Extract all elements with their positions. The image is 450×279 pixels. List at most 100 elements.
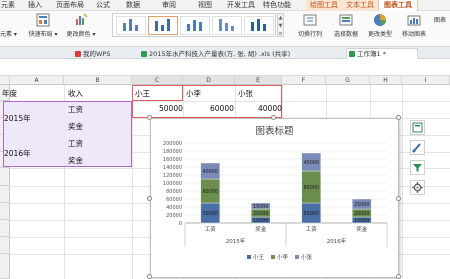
- chart-style-button[interactable]: [410, 140, 425, 155]
- cell-c1[interactable]: 小王: [135, 88, 150, 99]
- y-tick-label: 140000: [163, 165, 182, 171]
- column-header-g[interactable]: G: [326, 76, 370, 85]
- y-tick-label: 120000: [163, 173, 182, 179]
- cell-b4[interactable]: 工资: [68, 138, 83, 149]
- menu-tab-review[interactable]: 审阅: [158, 0, 180, 11]
- filter-icon: [413, 164, 422, 172]
- cell-d2[interactable]: 60000: [210, 104, 234, 113]
- chart-elements-button[interactable]: [410, 120, 425, 135]
- row-header-6[interactable]: [0, 168, 10, 186]
- column-header-c[interactable]: C: [132, 76, 183, 85]
- chart-resize-handle-se[interactable]: [396, 274, 401, 279]
- select-data-button[interactable]: 选择数据: [328, 13, 364, 38]
- cell-a1[interactable]: 年度: [2, 88, 17, 99]
- cell-b1[interactable]: 收入: [68, 88, 83, 99]
- doc-tab-workbook[interactable]: 工作簿1 *: [346, 48, 418, 59]
- switch-row-col-button[interactable]: 切换行列: [292, 13, 328, 38]
- cell-b5[interactable]: 奖金: [68, 155, 83, 166]
- y-tick-label: 60000: [166, 197, 182, 203]
- chart-label-text: 图表: [434, 17, 447, 24]
- y-tick-label: 180000: [163, 149, 182, 155]
- menu-tab-formula[interactable]: 公式: [92, 0, 114, 11]
- cell-b2[interactable]: 工资: [68, 104, 83, 115]
- menu-tab-features[interactable]: 特色功能: [260, 0, 294, 11]
- wps-logo-icon: [75, 51, 81, 57]
- menu-tab-page-layout[interactable]: 页面布局: [53, 0, 87, 11]
- chart-resize-handle-nw[interactable]: [147, 115, 152, 120]
- column-header-e[interactable]: E: [235, 76, 282, 85]
- spreadsheet-file-icon: [349, 51, 355, 57]
- bar-data-label: 50000: [203, 211, 218, 217]
- chart-label-button[interactable]: 图表: [434, 15, 446, 24]
- chart-style-option-3[interactable]: [180, 16, 210, 35]
- bar-data-label: 40000: [203, 169, 218, 175]
- row-header-11[interactable]: [0, 254, 10, 279]
- bar-data-label: 15000: [253, 218, 268, 224]
- chart-resize-handle-e[interactable]: [396, 196, 401, 201]
- column-header-b[interactable]: B: [64, 76, 132, 85]
- y-tick-label: 100000: [163, 181, 182, 187]
- menu-tab-text-tools[interactable]: 文本工具: [342, 0, 378, 11]
- palette-icon: [76, 13, 88, 25]
- gallery-scroll-arrows[interactable]: ▲ ▼ ≡: [277, 13, 284, 37]
- chart-filter-button[interactable]: [410, 160, 425, 175]
- bar-data-label: 50000: [304, 211, 319, 217]
- bar-data-label: 60000: [203, 189, 218, 195]
- chart-style-option-1[interactable]: [116, 16, 146, 35]
- column-header-f[interactable]: F: [282, 76, 326, 85]
- chart-object[interactable]: 图表标题 0 20000 40000 60000 80000 100000 120000 14…: [150, 118, 399, 278]
- doc-tab-my-wps[interactable]: 我的WPS: [72, 48, 136, 59]
- chart-style-option-5[interactable]: [244, 16, 274, 35]
- chart-style-option-2[interactable]: [148, 16, 178, 35]
- y-tick-label: 80000: [166, 189, 182, 195]
- cell-a4-merged[interactable]: 2016年: [4, 148, 31, 159]
- change-type-button[interactable]: 更改类型: [364, 13, 396, 38]
- column-header-d[interactable]: D: [183, 76, 235, 85]
- add-element-button[interactable]: 元素 ▾: [0, 29, 17, 38]
- formula-bar[interactable]: [0, 60, 450, 76]
- change-color-button[interactable]: 更改颜色 ▾: [64, 13, 98, 38]
- chart-resize-handle-sw[interactable]: [147, 274, 152, 279]
- x-tick-label: 工资: [205, 225, 217, 233]
- bar-data-label: 20000: [354, 211, 369, 217]
- select-all-corner[interactable]: [0, 76, 10, 85]
- chart-style-option-4[interactable]: [212, 16, 242, 35]
- chart-resize-handle-ne[interactable]: [396, 115, 401, 120]
- cell-e1[interactable]: 小张: [238, 88, 253, 99]
- menu-tab-element[interactable]: 元素: [0, 0, 16, 11]
- bar-data-label: 20000: [253, 211, 268, 217]
- chart-elements-icon: [412, 122, 423, 133]
- y-tick-label: 40000: [166, 205, 182, 211]
- cell-b3[interactable]: 奖金: [68, 121, 83, 132]
- legend-label: 小张: [301, 253, 313, 261]
- column-header-i[interactable]: I: [402, 76, 450, 85]
- quick-layout-button[interactable]: 快速布局 ▾: [26, 13, 60, 38]
- menu-tab-chart-tools[interactable]: 图表工具: [378, 0, 418, 11]
- cell-d1[interactable]: 小李: [186, 88, 201, 99]
- row-header-10[interactable]: [0, 237, 10, 254]
- chart-settings-button[interactable]: [410, 180, 425, 195]
- column-header-a[interactable]: A: [10, 76, 64, 85]
- row-header-8[interactable]: [0, 203, 10, 220]
- column-header-h[interactable]: H: [370, 76, 402, 85]
- menu-tab-insert[interactable]: 插入: [22, 0, 48, 11]
- menu-tab-developer[interactable]: 开发工具: [224, 0, 258, 11]
- bar-data-label: 25000: [354, 202, 369, 208]
- bar-data-label: 45000: [304, 160, 319, 166]
- cell-c2[interactable]: 50000: [159, 104, 183, 113]
- cell-e2[interactable]: 40000: [258, 104, 282, 113]
- menu-bar: 元素 插入 页面布局 公式 数据 审阅 视图 开发工具 特色功能 绘图工具 文本…: [0, 0, 450, 11]
- doc-tab-shared-file[interactable]: 2015年水产科技入产量表(万, 张, 胡) .xls (共享): [138, 48, 344, 59]
- chart-resize-handle-w[interactable]: [147, 196, 152, 201]
- move-chart-button[interactable]: 移动图表: [398, 13, 430, 38]
- row-header-7[interactable]: [0, 186, 10, 203]
- legend-label: 小李: [277, 253, 289, 261]
- menu-tab-drawing-tools[interactable]: 绘图工具: [306, 0, 342, 11]
- menu-tab-view[interactable]: 视图: [194, 0, 216, 11]
- switch-row-col-label: 切换行列: [297, 31, 322, 38]
- cell-a2-merged[interactable]: 2015年: [4, 113, 31, 124]
- menu-tab-data[interactable]: 数据: [122, 0, 144, 11]
- bar-data-label: 15000: [253, 204, 268, 210]
- row-header-9[interactable]: [0, 220, 10, 237]
- chart-resize-handle-n[interactable]: [271, 115, 276, 120]
